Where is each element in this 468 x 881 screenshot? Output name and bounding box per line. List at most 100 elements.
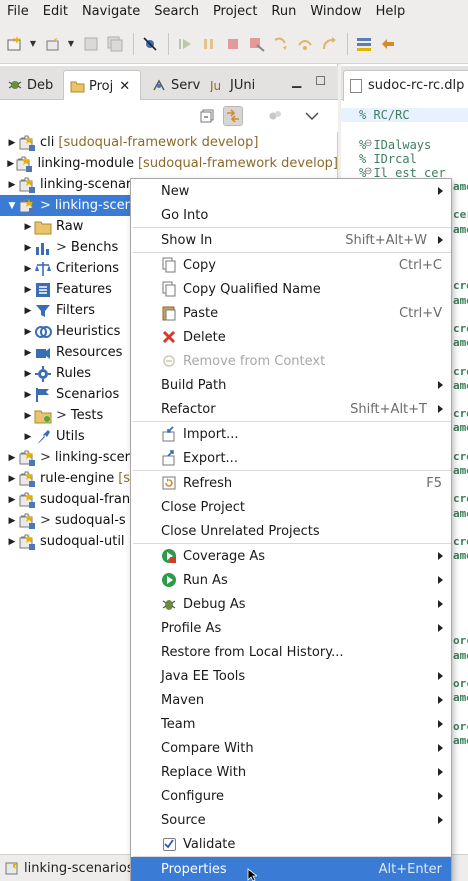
menu-help[interactable]: Help [369, 0, 413, 24]
tree-row[interactable]: ▶ linking-module [sudoqual-framework devel… [0, 153, 338, 174]
menu-item-java-ee-tools[interactable]: Java EE Tools [131, 664, 451, 688]
menu-item-label: Close Unrelated Projects [161, 523, 320, 539]
chevron-right-icon[interactable]: ▶ [6, 132, 18, 153]
link-with-editor-icon[interactable] [223, 106, 243, 126]
submenu-arrow-icon [438, 381, 443, 389]
menu-navigate[interactable]: Navigate [75, 0, 147, 24]
menu-item-replace-with[interactable]: Replace With [131, 760, 451, 784]
chevron-right-icon[interactable]: ▶ [22, 258, 34, 279]
maximize-icon[interactable]: ☐ [315, 74, 326, 88]
menu-item-remove-from-context: Remove from Context [131, 349, 451, 373]
tab-project-explorer[interactable]: Proj ✕ [63, 70, 141, 101]
chevron-right-icon[interactable]: ▶ [6, 447, 18, 468]
tree-row[interactable]: ▶ cli [sudoqual-framework develop] [0, 132, 338, 153]
view-menu-icon[interactable] [302, 106, 322, 126]
chevron-right-icon[interactable]: ▶ [22, 363, 34, 384]
menu-item-run-as[interactable]: Run As [131, 568, 451, 592]
menu-item-refresh[interactable]: Refresh F5 [131, 471, 451, 495]
chevron-right-icon[interactable]: ▶ [22, 237, 34, 258]
menu-item-label: Compare With [161, 740, 254, 756]
menu-item-refactor[interactable]: Refactor Shift+Alt+T [131, 397, 451, 421]
minimize-icon[interactable]: ▁ [292, 74, 301, 88]
menu-item-compare-with[interactable]: Compare With [131, 736, 451, 760]
menu-item-show-in[interactable]: Show In Shift+Alt+W [131, 228, 451, 252]
menu-edit[interactable]: Edit [36, 0, 75, 24]
chevron-right-icon[interactable]: ▶ [6, 489, 18, 510]
chevron-right-icon[interactable]: ▶ [22, 321, 34, 342]
chevron-right-icon[interactable]: ▶ [22, 405, 34, 426]
menu-item-team[interactable]: Team [131, 712, 451, 736]
chart-icon [34, 239, 52, 257]
chevron-down-icon[interactable]: ▼ [66, 33, 76, 55]
code-fragment: orc [453, 634, 468, 648]
code-fragment: ame [453, 733, 468, 747]
submenu-arrow-icon [438, 576, 443, 584]
menu-item-restore-from-local-history[interactable]: Restore from Local History... [131, 640, 451, 664]
tree-item-label: Scenarios [56, 387, 120, 402]
menu-window[interactable]: Window [303, 0, 368, 24]
new-icon[interactable] [4, 33, 26, 55]
menu-item-go-into[interactable]: Go Into [131, 203, 451, 227]
tab-editor-file[interactable]: sudoc-rc-rc.dlp [343, 70, 468, 101]
chevron-right-icon[interactable]: ▶ [22, 216, 34, 237]
chevron-right-icon[interactable]: ▶ [6, 531, 18, 552]
menu-item-label: Profile As [161, 620, 222, 636]
menu-item-source[interactable]: Source [131, 808, 451, 832]
chevron-right-icon[interactable]: ▶ [6, 174, 18, 195]
menu-item-delete[interactable]: Delete [131, 325, 451, 349]
menu-item-label: Validate [183, 836, 236, 852]
coverage-icon [161, 548, 177, 564]
menu-item-configure[interactable]: Configure [131, 784, 451, 808]
menu-item-maven[interactable]: Maven [131, 688, 451, 712]
chevron-right-icon[interactable]: ▶ [22, 279, 34, 300]
tree-item-label: Resources [56, 345, 123, 360]
chevron-right-icon[interactable]: ▶ [6, 468, 18, 489]
menu-file[interactable]: File [0, 0, 36, 24]
menu-search[interactable]: Search [147, 0, 206, 24]
menu-item-copy[interactable]: Copy Ctrl+C [131, 253, 451, 277]
menu-item-copy-qualified-name[interactable]: Copy Qualified Name [131, 277, 451, 301]
chevron-down-icon[interactable]: ▼ [28, 33, 38, 55]
menu-item-validate[interactable]: Validate [131, 832, 451, 856]
fold-icon[interactable]: ⊖ [364, 166, 372, 177]
chevron-right-icon[interactable]: ▶ [22, 384, 34, 405]
code-fragment: crê [453, 535, 468, 548]
menu-item-export[interactable]: Export... [131, 446, 451, 470]
chevron-right-icon[interactable]: ▶ [6, 510, 18, 531]
code-fragment: ame [453, 180, 468, 193]
team-sync-icon[interactable] [377, 33, 399, 55]
menu-item-close-unrelated-projects[interactable]: Close Unrelated Projects [131, 519, 451, 543]
chevron-down-icon[interactable]: ▼ [6, 195, 18, 216]
project-icon [15, 155, 33, 173]
menu-run[interactable]: Run [264, 0, 303, 24]
chevron-right-icon[interactable]: ▶ [22, 426, 34, 447]
menu-item-profile-as[interactable]: Profile As [131, 616, 451, 640]
menu-item-label: Build Path [161, 377, 227, 393]
chevron-right-icon[interactable]: ▶ [22, 342, 34, 363]
menu-item-coverage-as[interactable]: Coverage As [131, 544, 451, 568]
submenu-arrow-icon [438, 552, 443, 560]
menu-item-properties[interactable]: Properties Alt+Enter [131, 857, 451, 881]
tab-servers[interactable]: Serv [146, 70, 200, 100]
menu-item-close-project[interactable]: Close Project [131, 495, 451, 519]
open-type-icon[interactable] [42, 33, 64, 55]
submenu-arrow-icon [438, 405, 443, 413]
skip-breakpoints-icon[interactable] [139, 33, 161, 55]
project-icon [18, 470, 36, 488]
menu-item-import[interactable]: Import... [131, 422, 451, 446]
collapse-all-icon[interactable] [197, 106, 217, 126]
chevron-right-icon[interactable]: ▶ [6, 153, 15, 174]
close-icon[interactable]: ✕ [119, 79, 130, 94]
menu-item-debug-as[interactable]: Debug As [131, 592, 451, 616]
chevron-right-icon[interactable]: ▶ [22, 300, 34, 321]
menu-item-build-path[interactable]: Build Path [131, 373, 451, 397]
menu-item-new[interactable]: New [131, 179, 451, 203]
tab-debug[interactable]: Deb [2, 70, 53, 100]
menu-item-paste[interactable]: Paste Ctrl+V [131, 301, 451, 325]
menu-item-label: Properties [161, 861, 227, 877]
tab-junit[interactable]: Ju JUni [205, 70, 255, 100]
fold-icon[interactable]: ⊖ [364, 138, 372, 149]
console-icon[interactable] [353, 33, 375, 55]
flag-icon [34, 386, 52, 404]
menu-project[interactable]: Project [206, 0, 264, 24]
